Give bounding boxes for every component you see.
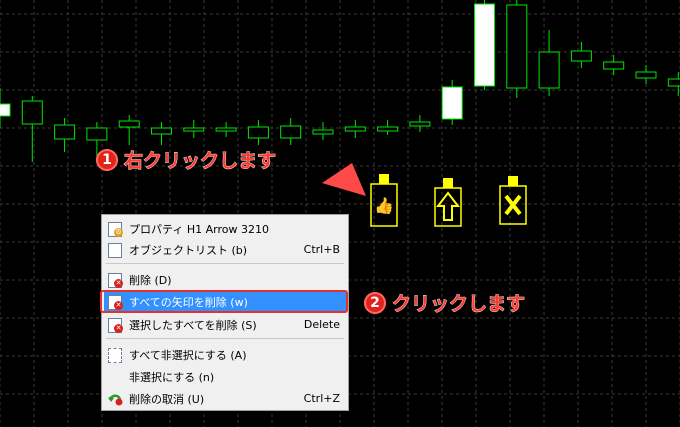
candle-body bbox=[506, 4, 528, 89]
menu-item-label: 削除の取消 (U) bbox=[129, 392, 205, 406]
svg-text:👍: 👍 bbox=[374, 196, 394, 215]
candle-body bbox=[118, 120, 140, 128]
candle-body bbox=[635, 71, 657, 79]
thumbs-up-arrow-icon[interactable]: 👍 bbox=[370, 174, 398, 227]
callout-1: 1 右クリックします bbox=[96, 146, 276, 173]
cross-arrow-icon[interactable] bbox=[499, 176, 527, 225]
menu-item-properties[interactable]: ⚙ プロパティ H1 Arrow 3210 bbox=[104, 219, 346, 238]
callout-2-text: クリックします bbox=[392, 293, 526, 316]
candle-body bbox=[151, 127, 172, 135]
callout-1-number: 1 bbox=[96, 148, 118, 171]
undo-delete-icon bbox=[107, 391, 123, 407]
candle-body bbox=[312, 129, 334, 135]
candle-body bbox=[377, 126, 399, 132]
menu-item-delete[interactable]: ✕ 削除 (D) bbox=[104, 270, 346, 289]
candle-body bbox=[409, 121, 431, 127]
menu-item-label: プロパティ H1 Arrow 3210 bbox=[129, 222, 269, 236]
deselect-all-icon bbox=[107, 347, 123, 363]
menu-item-label: すべて非選択にする (A) bbox=[129, 348, 247, 362]
candle-body bbox=[247, 126, 269, 139]
properties-icon: ⚙ bbox=[107, 221, 123, 237]
candle-body bbox=[570, 50, 592, 62]
candle-body bbox=[538, 51, 560, 89]
candle-body bbox=[54, 124, 76, 140]
candle-body bbox=[215, 127, 237, 132]
arrow-objects: 👍 bbox=[370, 174, 527, 227]
menu-item-deselect-all[interactable]: すべて非選択にする (A) bbox=[104, 345, 346, 364]
delete-selected-icon: ✕ bbox=[107, 317, 123, 333]
candle-body bbox=[667, 78, 680, 87]
menu-separator bbox=[106, 338, 344, 339]
candle-body bbox=[344, 126, 366, 132]
candle-body bbox=[603, 61, 625, 70]
candle-body bbox=[183, 127, 205, 132]
callout-2-number: 2 bbox=[364, 291, 386, 314]
menu-item-label: 非選択にする (n) bbox=[129, 370, 215, 384]
candle-body bbox=[86, 127, 108, 141]
delete-icon: ✕ bbox=[107, 272, 123, 288]
menu-item-deselect[interactable]: 非選択にする (n) bbox=[104, 367, 346, 386]
menu-separator bbox=[106, 263, 344, 264]
candle-body bbox=[21, 100, 43, 125]
menu-item-label: 選択したすべてを削除 (S) bbox=[129, 318, 257, 332]
menu-item-shortcut: Ctrl+B bbox=[303, 243, 340, 256]
candle-body bbox=[280, 125, 302, 139]
candle-body bbox=[474, 3, 495, 87]
menu-item-object-list[interactable]: オブジェクトリスト (b) Ctrl+B bbox=[104, 240, 346, 259]
candle-body bbox=[441, 86, 463, 120]
menu-item-label: オブジェクトリスト (b) bbox=[129, 243, 248, 257]
callout-2: 2 クリックします bbox=[364, 289, 525, 316]
highlight-box bbox=[100, 290, 348, 313]
object-list-icon bbox=[107, 242, 123, 258]
menu-item-shortcut: Delete bbox=[303, 318, 340, 331]
callout-pointer bbox=[322, 163, 366, 196]
up-arrow-icon[interactable] bbox=[434, 178, 462, 227]
callout-1-text: 右クリックします bbox=[124, 150, 277, 173]
menu-item-label: 削除 (D) bbox=[129, 273, 172, 287]
candle-body bbox=[0, 103, 11, 117]
menu-item-delete-selected[interactable]: ✕ 選択したすべてを削除 (S) Delete bbox=[104, 315, 346, 334]
menu-item-undo-delete[interactable]: 削除の取消 (U) Ctrl+Z bbox=[104, 389, 346, 408]
menu-item-shortcut: Ctrl+Z bbox=[303, 392, 340, 405]
